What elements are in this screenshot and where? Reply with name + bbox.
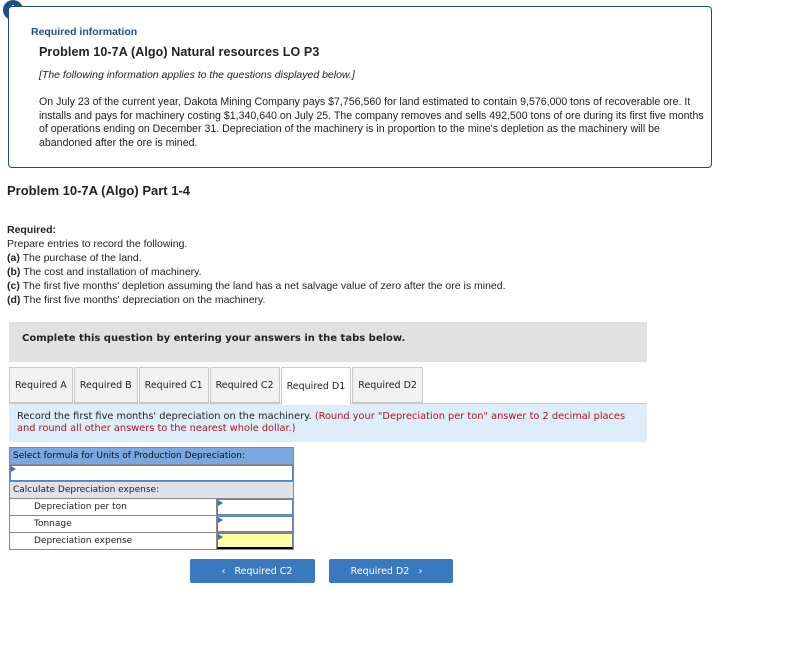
input-cell [216,532,294,550]
tab-bar: Required A Required B Required C1 Requir… [9,367,424,405]
tab-required-c2[interactable]: Required C2 [209,367,280,403]
row-label: Depreciation expense [9,532,217,550]
table-row: Tonnage [9,515,294,533]
table-row: Depreciation per ton [9,498,294,516]
required-item-text: The first five months' depreciation on t… [23,294,266,306]
formula-select[interactable] [10,465,293,481]
required-item-marker: (c) [7,280,20,292]
previous-button-label: Required C2 [234,565,293,577]
dropdown-flag-icon [218,534,223,540]
required-intro: Prepare entries to record the following. [7,238,188,250]
tab-required-c1[interactable]: Required C1 [138,367,209,403]
dropdown-flag-icon [11,466,16,472]
formula-cell [9,464,294,482]
row-label: Tonnage [9,515,217,533]
table-row: Depreciation expense [9,532,294,550]
depreciation-expense-input[interactable] [217,533,293,549]
required-item-marker: (d) [7,294,21,306]
required-item: (c) The first five months' depletion ass… [7,279,506,293]
previous-required-c2-button[interactable]: ‹ Required C2 [190,559,315,583]
input-cell [216,515,294,533]
calc-header-row: Calculate Depreciation expense: [9,481,294,499]
tab-required-d2[interactable]: Required D2 [352,367,423,403]
depreciation-per-ton-input[interactable] [217,499,293,515]
required-heading: Required: [7,224,57,236]
required-item-marker: (b) [7,266,21,278]
next-button-label: Required D2 [350,565,410,577]
formula-row [9,464,294,482]
tab-panel-instructions: Record the first five months' depreciati… [9,404,647,442]
required-item: (d) The first five months' depreciation … [7,293,506,307]
next-required-d2-button[interactable]: Required D2 › [329,559,453,583]
tab-required-a[interactable]: Required A [9,367,73,403]
problem-title: Problem 10-7A (Algo) Natural resources L… [39,45,320,59]
required-information-label: Required information [31,26,138,38]
required-section: Required: Prepare entries to record the … [7,223,506,307]
input-cell [216,498,294,516]
calc-header: Calculate Depreciation expense: [9,481,294,499]
required-item: (a) The purchase of the land. [7,251,506,265]
part-title: Problem 10-7A (Algo) Part 1-4 [7,183,191,198]
chevron-right-icon: › [418,565,423,577]
formula-header-row: Select formula for Units of Production D… [9,447,294,465]
required-item-marker: (a) [7,252,20,264]
dropdown-flag-icon [218,500,223,506]
instructions-bar: Complete this question by entering your … [9,322,647,362]
depreciation-calculation-table: Select formula for Units of Production D… [9,447,294,550]
instructions-text: Complete this question by entering your … [22,333,406,344]
problem-description: On July 23 of the current year, Dakota M… [39,96,704,149]
row-label: Depreciation per ton [9,498,217,516]
required-item-text: The cost and installation of machinery. [23,266,202,278]
panel-description: Record the first five months' depreciati… [17,411,642,435]
tab-required-b[interactable]: Required B [73,367,138,403]
chevron-left-icon: ‹ [221,565,226,577]
required-item: (b) The cost and installation of machine… [7,265,506,279]
required-item-text: The first five months' depletion assumin… [22,280,506,292]
formula-header: Select formula for Units of Production D… [9,447,294,465]
info-note: [The following information applies to th… [39,69,355,81]
panel-description-text: Record the first five months' depreciati… [17,411,312,422]
dropdown-flag-icon [218,517,223,523]
tonnage-input[interactable] [217,516,293,532]
tab-required-d1[interactable]: Required D1 [280,367,352,405]
required-item-text: The purchase of the land. [22,252,142,264]
